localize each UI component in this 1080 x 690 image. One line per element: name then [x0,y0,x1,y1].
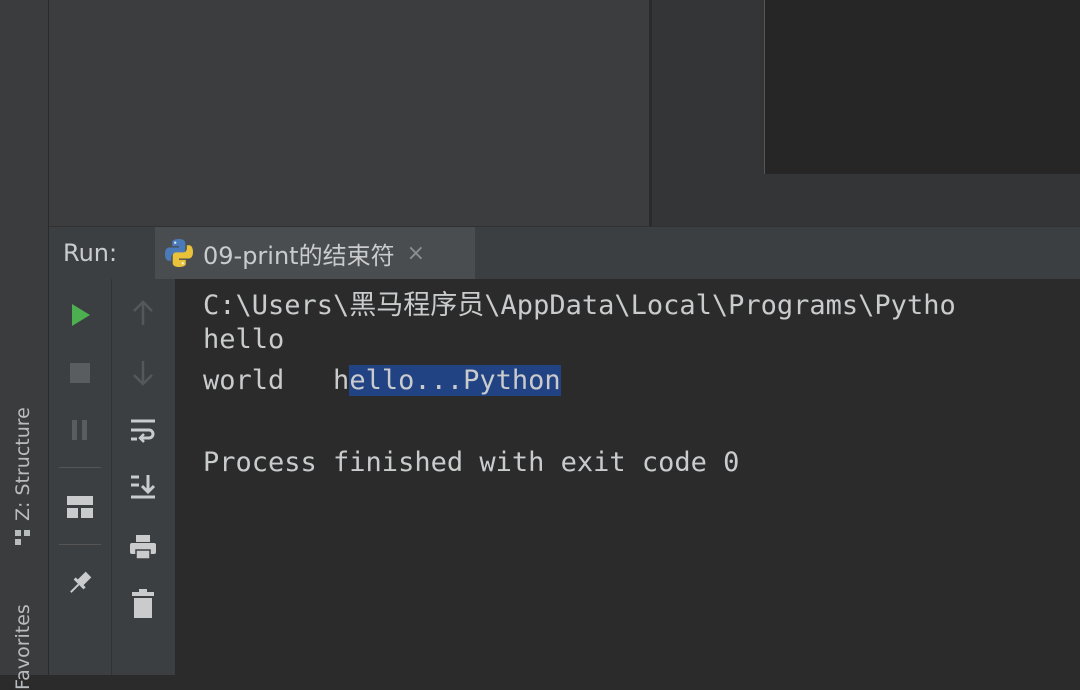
pin-icon [70,571,92,593]
structure-tool-tab[interactable]: Z: Structure [12,407,34,545]
run-tab-title: 09-print的结束符 [203,241,395,270]
up-arrow-icon [133,300,153,325]
run-panel-header: Run: 09-print的结束符 × [49,226,1080,279]
stop-button[interactable] [64,357,96,389]
toolbar-separator [59,467,101,468]
pin-tab-button[interactable] [64,567,96,599]
scroll-to-end-icon [131,475,156,499]
console-line-exit: Process finished with exit code 0 [203,447,740,478]
soft-wrap-button[interactable] [127,415,159,447]
run-label: Run: [63,239,118,267]
print-icon [130,535,156,560]
toolbar-separator [59,544,101,545]
console-line-hello: hello [203,324,285,355]
layout-icon [67,496,93,518]
run-toolbar-right [112,279,176,675]
favorites-tool-tab[interactable]: Favorites [12,604,34,690]
scroll-to-end-button[interactable] [127,471,159,503]
soft-wrap-icon [131,419,155,443]
run-toolbar-left [49,279,112,675]
left-tool-strip: Z: Structure Favorites [0,0,49,690]
rerun-button[interactable] [64,299,96,331]
python-icon [165,239,193,267]
clear-all-button[interactable] [127,588,159,620]
pause-icon [72,420,87,440]
layout-button[interactable] [64,491,96,523]
run-icon [72,304,90,326]
previous-occurrence-button[interactable] [127,297,159,329]
trash-icon [132,589,154,618]
next-occurrence-button[interactable] [127,357,159,389]
console-text-unselected: world h [203,365,350,396]
stop-icon [70,363,90,383]
editor-area [49,0,649,226]
close-icon[interactable]: × [407,241,425,266]
console-line-command: C:\Users\黑马程序员\AppData\Local\Programs\Py… [203,290,956,321]
console-line-world: world hello...Python [203,365,561,396]
run-tab[interactable]: 09-print的结束符 × [155,227,475,279]
right-panel-content [764,0,1080,174]
console-output[interactable]: C:\Users\黑马程序员\AppData\Local\Programs\Py… [176,279,1080,675]
print-button[interactable] [127,531,159,563]
favorites-tab-label: Favorites [12,604,34,690]
structure-tab-label: Z: Structure [12,407,34,521]
down-arrow-icon [133,361,153,386]
structure-icon [15,529,31,545]
pause-button[interactable] [64,414,96,446]
selected-text: ello...Python [349,365,561,396]
